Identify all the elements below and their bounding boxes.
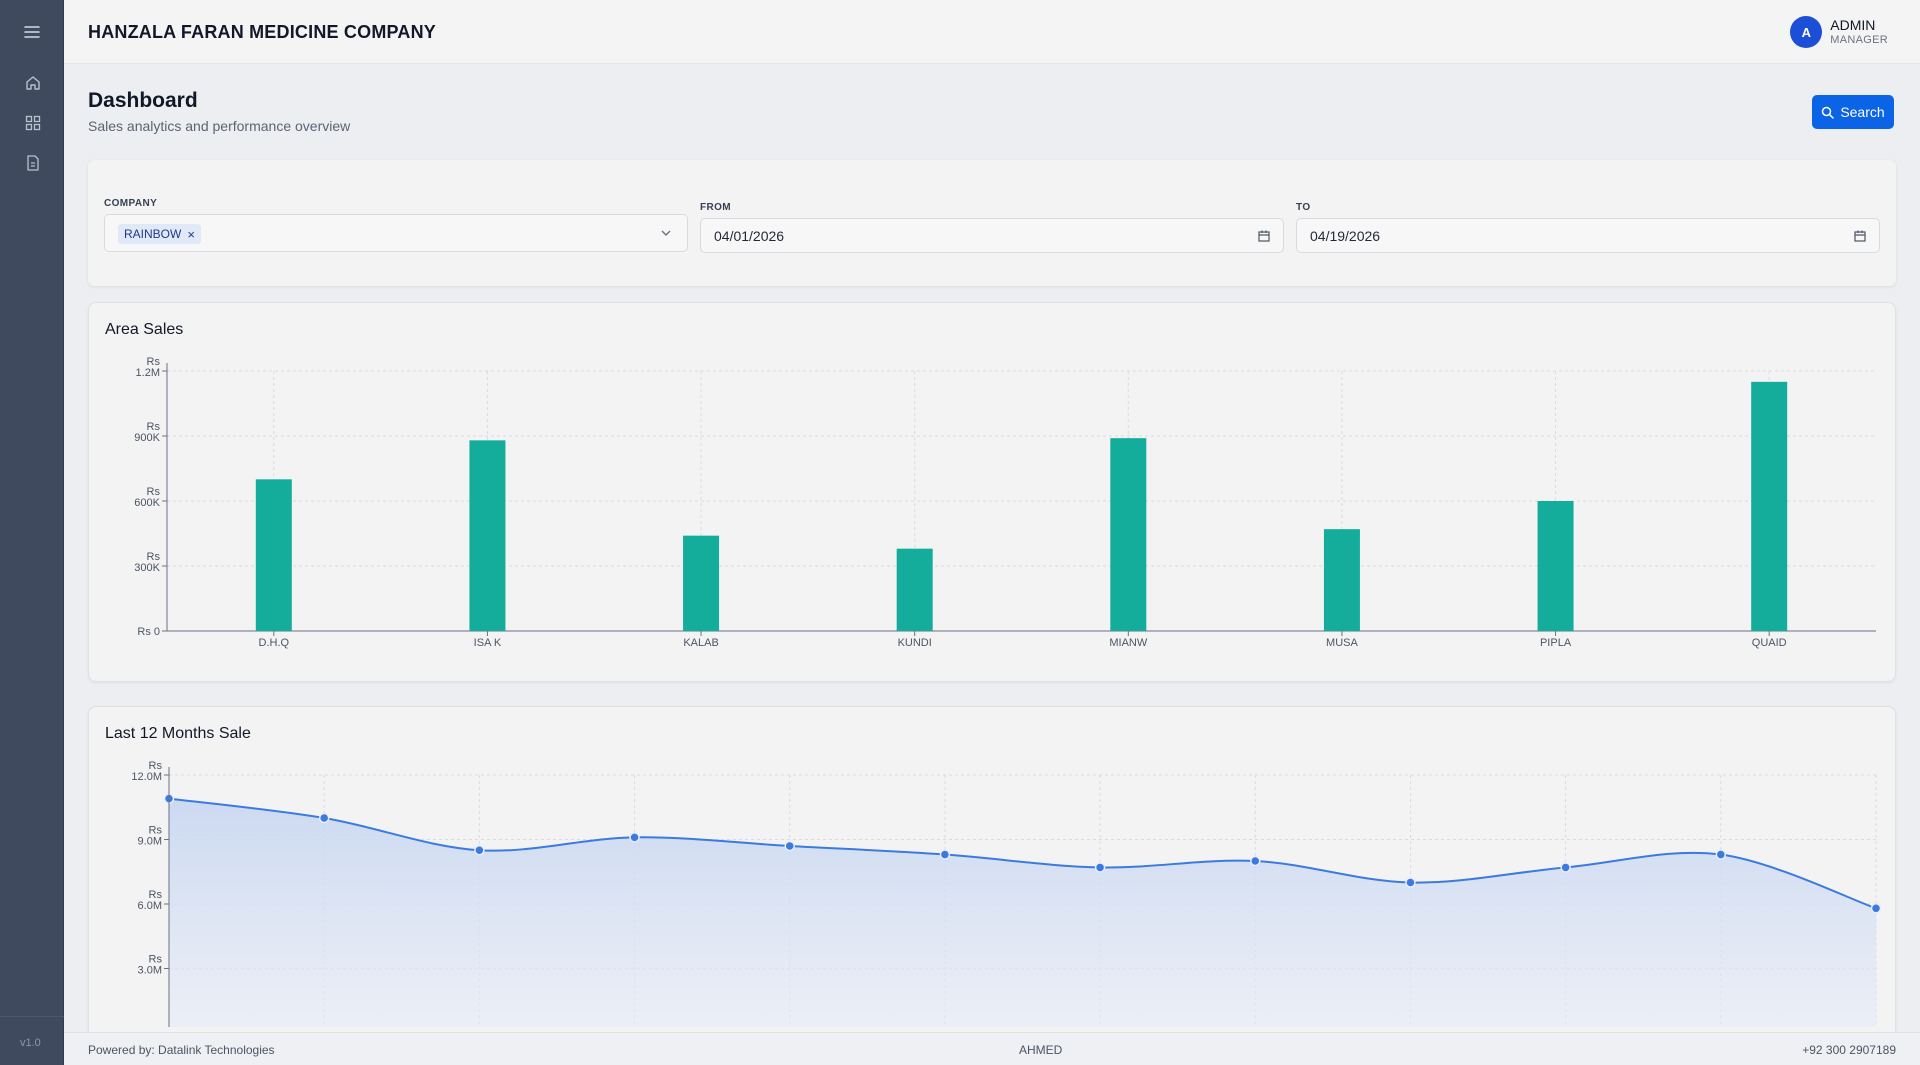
y-tick-label: Rs 300K [134,551,160,574]
page-title: Dashboard [88,89,198,112]
user-info: ADMIN MANAGER [1830,17,1888,46]
page-subtitle: Sales analytics and performance overview [88,118,351,134]
y-tick-label: Rs 1.2M [136,356,161,379]
from-date-input[interactable]: 04/01/2026 [700,218,1284,253]
home-icon[interactable] [24,74,42,92]
area-fill [169,798,1876,1027]
calendar-icon[interactable] [1853,229,1867,243]
x-tick-label: QUAID [1752,637,1787,649]
data-point [784,840,795,852]
footer-user: AHMED [1019,1043,1063,1057]
calendar-icon[interactable] [1257,229,1271,243]
search-button-label: Search [1840,104,1885,120]
x-tick-label: KALAB [683,637,718,649]
data-point [318,812,330,824]
company-select[interactable]: RAINBOW × [104,214,688,252]
data-point [1560,862,1571,873]
y-tick-label: Rs 9.0M [138,825,163,848]
bar [255,479,292,631]
filter-panel: COMPANY RAINBOW × FROM 04/01/2026 TO 04/… [88,160,1896,286]
data-point [1250,855,1261,867]
version-label: v1.0 [20,1037,41,1049]
search-button[interactable]: Search [1812,95,1894,129]
area-sales-card: Area Sales Rs 0 Rs 300K Rs 600K Rs 900K Rs 1.2M D… [88,302,1896,682]
menu-icon[interactable] [20,22,44,42]
user-name: ADMIN [1830,17,1876,34]
footer-powered-by: Powered by: Datalink Technologies [88,1043,275,1057]
x-tick-label: D.H.Q [259,637,290,649]
company-chip: RAINBOW × [118,224,201,244]
monthly-sales-chart: Rs 0Rs3.0MRs6.0MRs9.0MRs12.0M [131,760,1882,1027]
footer: Powered by: Datalink Technologies AHMED … [64,1032,1920,1065]
data-point [474,845,485,856]
data-point [629,832,640,843]
y-tick-label: Rs 12.0M [131,760,162,783]
x-tick-label: MUSA [1326,637,1358,649]
top-header: HANZALA FARAN MEDICINE COMPANY A ADMIN M… [64,0,1920,64]
company-chip-label: RAINBOW [124,227,182,241]
user-role: MANAGER [1830,33,1888,46]
to-date-input[interactable]: 04/19/2026 [1296,218,1880,253]
y-tick-label: Rs 0 [137,626,160,638]
bar [1110,438,1147,631]
x-tick-label: ISA K [474,637,502,649]
data-point [1405,877,1416,888]
x-tick-label: PIPLA [1540,637,1572,649]
sidebar: v1.0 [0,0,64,1065]
chevron-down-icon[interactable] [659,226,673,240]
y-tick-label: Rs 6.0M [138,889,163,912]
data-point [1715,849,1727,860]
company-filter-label: COMPANY [104,198,158,209]
data-point [1094,862,1106,873]
chip-remove-icon[interactable]: × [187,227,195,242]
y-tick-label: Rs 900K [134,421,160,444]
data-point [939,849,951,860]
to-filter-label: TO [1296,202,1311,213]
y-tick-label: Rs 3.0M [138,954,163,977]
x-tick-label: KUNDI [898,637,932,649]
bar [1751,381,1788,631]
sidebar-divider [0,1016,64,1017]
company-name: HANZALA FARAN MEDICINE COMPANY [88,22,436,42]
bar [1537,501,1574,631]
user-menu[interactable]: A ADMIN MANAGER [1790,16,1888,48]
bar [896,548,933,631]
from-date-value: 04/01/2026 [714,228,785,244]
monthly-sales-card: Last 12 Months Sale Rs 0Rs3.0MRs6.0MRs9.… [88,706,1896,1046]
to-date-value: 04/19/2026 [1310,228,1381,244]
from-filter-label: FROM [700,202,732,213]
x-tick-label: MIANW [1109,637,1148,649]
footer-phone: +92 300 2907189 [1802,1043,1896,1057]
y-tick-label: Rs 600K [134,486,160,509]
avatar[interactable]: A [1790,16,1823,48]
bar [683,535,720,631]
grid-icon[interactable] [24,114,42,132]
bar [469,440,506,631]
search-icon [1822,106,1835,119]
data-point [1870,903,1882,914]
bar [1323,529,1360,631]
area-sales-chart: Rs 0 Rs 300K Rs 600K Rs 900K Rs 1.2M D.H.Q ISA K KA… [134,356,1876,649]
report-icon[interactable] [24,154,42,172]
